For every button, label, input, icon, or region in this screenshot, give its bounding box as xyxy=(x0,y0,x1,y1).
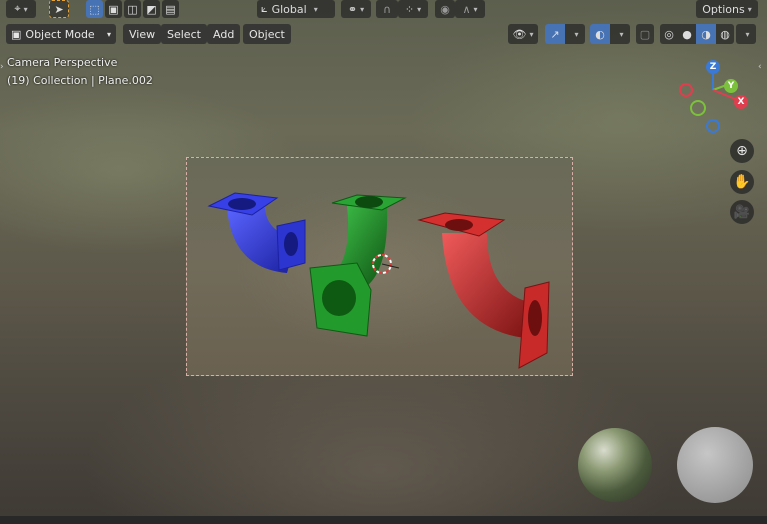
select-extend-icon: ▣ xyxy=(108,2,119,16)
falloff-curve-icon: ∧ xyxy=(462,2,471,16)
menu-add-label: Add xyxy=(213,27,235,41)
visibility-dropdown[interactable]: 👁 ▾ xyxy=(508,24,538,44)
gizmo-y-axis[interactable]: Y xyxy=(724,79,738,93)
tool-header: ⌖ ▾ ➤ ⬚ ▣ ◫ ◩ ▤ ⟀ Global ▾ ⚭ ▾ ∩ ⁘ ▾ ◉ ∧ ▾ O… xyxy=(0,0,767,20)
hand-icon: ✋ xyxy=(733,174,751,190)
chevron-down-icon: ▾ xyxy=(473,4,478,14)
zoom-button[interactable]: ⊕ xyxy=(730,139,754,163)
overlays-icon: ◐ xyxy=(595,27,605,41)
proportional-edit-icon: ◉ xyxy=(440,2,450,16)
menu-add[interactable]: Add xyxy=(207,24,241,44)
gizmo-neg-x-axis[interactable] xyxy=(679,83,693,97)
overlays-dropdown[interactable]: ▾ xyxy=(610,24,630,44)
rendered-sphere-icon: ◍ xyxy=(720,27,730,41)
chevron-down-icon: ▾ xyxy=(360,4,365,14)
red-pipe[interactable] xyxy=(417,212,550,369)
select-tool-button[interactable]: ➤ xyxy=(49,0,69,18)
gizmo-toggle[interactable]: ↗ xyxy=(545,24,565,44)
orientation-icon: ⟀ xyxy=(261,2,268,15)
shading-rendered[interactable]: ◍ xyxy=(716,24,734,44)
gizmo-dropdown[interactable]: ▾ xyxy=(565,24,585,44)
menu-select-label: Select xyxy=(167,27,201,41)
proportional-edit-toggle[interactable]: ◉ xyxy=(435,0,455,18)
view-name-text: Camera Perspective xyxy=(7,56,118,69)
menu-view-label: View xyxy=(129,27,156,41)
gizmo-x-axis[interactable]: X xyxy=(734,95,748,109)
camera-view-button[interactable]: 🎥 xyxy=(730,200,754,224)
object-mode-icon: ▣ xyxy=(11,27,22,41)
hdri-chrome-sphere xyxy=(578,428,652,502)
menu-object-label: Object xyxy=(249,27,285,41)
snap-target-dropdown[interactable]: ⁘ ▾ xyxy=(398,0,428,18)
magnet-icon: ∩ xyxy=(382,2,392,16)
select-extend-button[interactable]: ▣ xyxy=(105,0,122,18)
toolbar-expand-arrow-icon[interactable]: › xyxy=(0,62,4,72)
chevron-down-icon: ▾ xyxy=(417,4,422,14)
menu-select[interactable]: Select xyxy=(161,24,207,44)
zoom-icon: ⊕ xyxy=(736,143,748,159)
menu-object[interactable]: Object xyxy=(243,24,291,44)
camera-frame xyxy=(186,157,573,376)
shading-solid[interactable]: ● xyxy=(678,24,696,44)
bottom-bar xyxy=(0,516,767,524)
select-box-icon: ⬚ xyxy=(89,2,100,16)
select-subtract-icon: ◫ xyxy=(127,2,138,16)
overlays-toggle[interactable]: ◐ xyxy=(590,24,610,44)
gizmo-y-label: Y xyxy=(727,81,735,91)
camera-icon: 🎥 xyxy=(733,204,751,220)
snap-toggle[interactable]: ∩ xyxy=(376,0,398,18)
chevron-down-icon: ▾ xyxy=(619,29,624,39)
hdri-diffuse-sphere xyxy=(677,427,753,503)
gizmo-z-label: Z xyxy=(709,62,717,72)
chevron-down-icon: ▾ xyxy=(23,4,28,14)
options-label: Options xyxy=(702,2,745,16)
select-intersect-button[interactable]: ▤ xyxy=(162,0,179,18)
gizmo-z-axis[interactable]: Z xyxy=(706,60,720,74)
snap-grid-icon: ⁘ xyxy=(404,2,415,16)
select-invert-button[interactable]: ◩ xyxy=(143,0,160,18)
editor-type-button[interactable]: ⌖ ▾ xyxy=(6,0,36,18)
select-new-button[interactable]: ⬚ xyxy=(86,0,103,18)
chevron-down-icon: ▾ xyxy=(745,29,750,39)
gizmo-x-label: X xyxy=(737,97,745,107)
material-sphere-icon: ◑ xyxy=(701,27,711,41)
chevron-down-icon: ▾ xyxy=(106,29,111,39)
solid-sphere-icon: ● xyxy=(682,27,692,41)
eye-icon: 👁 xyxy=(512,27,527,41)
select-subtract-button[interactable]: ◫ xyxy=(124,0,141,18)
menu-view[interactable]: View xyxy=(123,24,162,44)
chevron-down-icon: ▾ xyxy=(313,4,318,14)
select-intersect-icon: ▤ xyxy=(165,2,176,16)
chevron-down-icon: ▾ xyxy=(529,29,534,39)
xray-icon: ▢ xyxy=(639,27,651,41)
pivot-point-dropdown[interactable]: ⚭ ▾ xyxy=(341,0,371,18)
pivot-icon: ⚭ xyxy=(347,2,358,16)
editor-type-icon: ⌖ xyxy=(14,2,21,15)
mode-dropdown[interactable]: ▣ Object Mode ▾ xyxy=(6,24,116,44)
select-invert-icon: ◩ xyxy=(146,2,157,16)
xray-toggle[interactable]: ▢ xyxy=(636,24,654,44)
shading-wireframe[interactable]: ◎ xyxy=(660,24,678,44)
scene-objects xyxy=(207,192,550,369)
pan-button[interactable]: ✋ xyxy=(730,170,754,194)
shading-dropdown[interactable]: ▾ xyxy=(736,24,756,44)
gizmo-icon: ↗ xyxy=(550,27,560,41)
mode-label: Object Mode xyxy=(25,27,95,41)
collection-object-text: (19) Collection | Plane.002 xyxy=(7,74,153,87)
chevron-down-icon: ▾ xyxy=(747,4,752,14)
transform-orientation-value: Global xyxy=(271,2,307,16)
chevron-down-icon: ▾ xyxy=(574,29,579,39)
gizmo-neg-y-axis[interactable] xyxy=(690,100,706,116)
shading-material[interactable]: ◑ xyxy=(696,24,716,44)
blue-pipe[interactable] xyxy=(207,192,306,273)
gizmo-neg-z-axis[interactable] xyxy=(706,119,720,133)
options-dropdown[interactable]: Options ▾ xyxy=(696,0,758,18)
cursor-icon: ➤ xyxy=(54,2,64,16)
transform-orientation-dropdown[interactable]: ⟀ Global ▾ xyxy=(257,0,335,18)
falloff-dropdown[interactable]: ∧ ▾ xyxy=(455,0,485,18)
wireframe-sphere-icon: ◎ xyxy=(664,27,674,41)
